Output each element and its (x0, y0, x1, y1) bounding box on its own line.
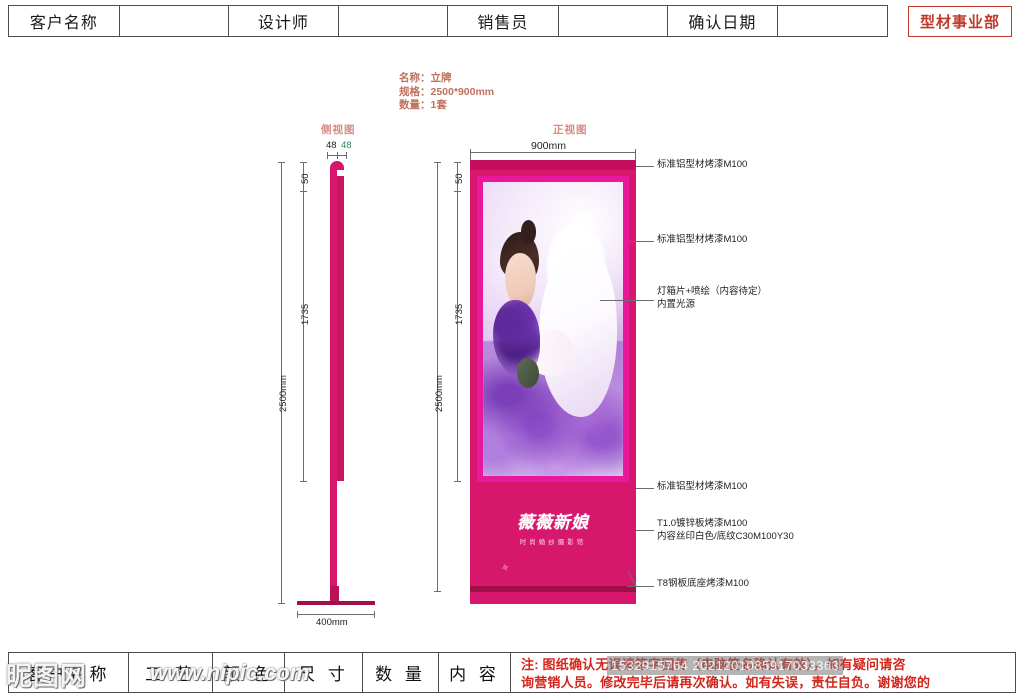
dim-tick-side-50-top (300, 162, 307, 163)
leader-line-4 (636, 488, 654, 489)
lightbox-poster-image (483, 182, 623, 476)
bottom-cell-color: 颜 色 (213, 653, 285, 692)
front-view-lower-panel (470, 482, 636, 586)
dim-tick-front-50-top (454, 162, 461, 163)
leader-line-6a (627, 586, 654, 587)
dim-side-2500: 2500mm (278, 375, 289, 412)
dim-tick-front-2500-top (434, 162, 441, 163)
front-view-base-bar (470, 586, 636, 592)
annotation-aluminium-top: 标准铝型材烤漆M100 (657, 159, 748, 170)
bottom-cell-customer: 客户名称 (9, 653, 129, 692)
dim-line-48a (327, 155, 337, 156)
poster-bride-hair-bun (520, 220, 537, 244)
bottom-cell-process: 工 艺 (129, 653, 213, 692)
note-line-2: 询营销人员。修改完毕后请再次确认。如有失误，责任自负。谢谢您的 (521, 675, 931, 690)
header-cell-designer-label: 设计师 (229, 6, 340, 36)
dim-side-thickness-green: 48 (341, 140, 352, 151)
leader-line-1 (636, 166, 654, 167)
leader-line-3 (600, 300, 654, 301)
dim-side-1735: 1735 (300, 303, 311, 325)
department-badge: 型材事业部 (907, 6, 1012, 37)
side-view-base-plate (297, 601, 375, 605)
dim-tick-48a2 (337, 152, 338, 159)
leader-line-2 (629, 241, 654, 242)
leader-line-5 (636, 530, 654, 531)
dim-front-900: 900mm (531, 140, 567, 152)
header-cell-confirmdate-value[interactable] (778, 6, 887, 36)
dim-front-1735: 1735 (454, 303, 465, 325)
dim-tick-front-900-left (470, 149, 471, 160)
bottom-cell-content: 内 容 (439, 653, 511, 692)
dim-base-400: 400mm (316, 617, 348, 628)
bottom-note-block: 注: 图纸确认无误请签字回传（电脑签名确认有效），如有疑问请咨 询营销人员。修改… (511, 653, 1015, 692)
dim-tick-side-2500-top (278, 162, 285, 163)
dim-tick-front-1735-bot (454, 481, 461, 482)
spec-info-block: 名称：立牌 规格：2500*900mm 数量：1套 (399, 72, 494, 113)
dim-front-50: 50 (454, 173, 465, 184)
front-view-title: 正视图 (553, 124, 588, 136)
spec-name: 名称：立牌 (399, 72, 452, 84)
dim-line-base-400 (297, 614, 375, 615)
dim-tick-base-right (374, 611, 375, 618)
bottom-spec-table: 客户名称 工 艺 颜 色 尺 寸 数 量 内 容 注: 图纸确认无误请签字回传（… (8, 652, 1016, 693)
front-view-top-rail (470, 160, 636, 170)
header-cell-customer-label: 客户名称 (9, 6, 120, 36)
dim-side-50: 50 (300, 173, 311, 184)
note-line-1: 注: 图纸确认无误请签字回传（电脑签名确认有效），如有疑问请咨 (521, 657, 906, 672)
dim-tick-front-900-right (635, 149, 636, 160)
dim-line-front-1735 (457, 192, 458, 482)
dim-tick-48b2 (346, 152, 347, 159)
bottom-cell-quantity: 数 量 (363, 653, 439, 692)
header-cell-customer-value[interactable] (120, 6, 229, 36)
annotation-galvanised-plate: T1.0镀锌板烤漆M100 (657, 518, 748, 529)
dim-line-side-1735 (303, 192, 304, 482)
side-view-post-back (337, 176, 344, 481)
annotation-aluminium-frame: 标准铝型材烤漆M100 (657, 234, 748, 245)
dim-tick-48a1 (327, 152, 328, 159)
header-info-table: 客户名称 设计师 销售员 确认日期 (8, 5, 888, 37)
dim-tick-side-1735-bot (300, 481, 307, 482)
bottom-cell-size: 尺 寸 (285, 653, 363, 692)
dim-line-front-900 (470, 152, 636, 153)
header-cell-salesperson-label: 销售员 (448, 6, 559, 36)
dim-front-2500: 2500mm (434, 375, 445, 412)
side-view-title: 侧视图 (321, 124, 356, 136)
annotation-lightbox-film: 灯箱片+喷绘（内容待定） (657, 286, 768, 297)
annotation-internal-light: 内置光源 (657, 299, 696, 310)
dim-tick-base-left (297, 611, 298, 618)
header-cell-confirmdate-label: 确认日期 (668, 6, 779, 36)
annotation-steel-base: T8钢板底座烤漆M100 (657, 578, 749, 589)
header-cell-designer-value[interactable] (339, 6, 448, 36)
dim-tick-side-2500-bot (278, 603, 285, 604)
poster-bride-glove (516, 358, 539, 388)
spec-size: 规格：2500*900mm (399, 85, 495, 98)
annotation-aluminium-lower: 标准铝型材烤漆M100 (657, 481, 748, 492)
dim-side-thickness-black: 48 (326, 140, 337, 151)
side-view-foot (330, 586, 339, 602)
header-cell-salesperson-value[interactable] (559, 6, 668, 36)
side-view-post-front (330, 168, 337, 588)
spec-quantity: 数量：1套 (399, 99, 447, 111)
dim-tick-front-2500-bot (434, 591, 441, 592)
annotation-silkscreen-content: 内容丝印白色/底纹C30M100Y30 (657, 531, 794, 542)
